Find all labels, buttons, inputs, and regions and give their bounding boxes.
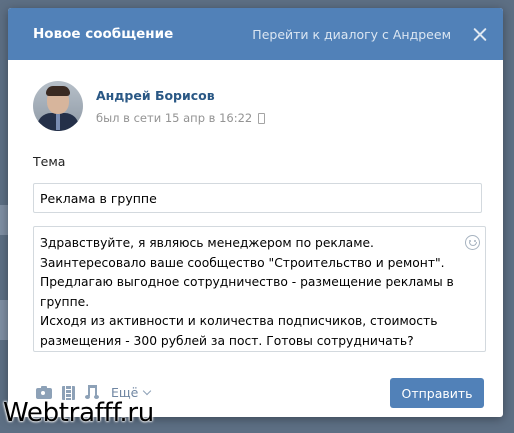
message-line: Исходя из активности и количества подпис…: [40, 314, 438, 328]
dialog-header: Новое сообщение Перейти к диалогу с Андр…: [8, 8, 503, 60]
message-textarea[interactable]: Здравствуйте, я являюсь менеджером по ре…: [33, 226, 486, 352]
new-message-dialog: Новое сообщение Перейти к диалогу с Андр…: [8, 8, 503, 417]
mobile-phone-icon: [258, 112, 266, 124]
recipient-info: Андрей Борисов был в сети 15 апр в 16:22: [33, 81, 266, 131]
message-line: Предлагаю выгодное сотрудничество - разм…: [40, 275, 454, 289]
message-line: размещения - 300 рублей за пост. Готовы …: [40, 333, 414, 348]
message-line: Заинтересовало ваше сообщество "Строител…: [40, 255, 445, 270]
message-line: группе.: [40, 294, 90, 309]
close-icon[interactable]: [473, 27, 487, 41]
last-seen-text: был в сети 15 апр в 16:22: [96, 111, 253, 125]
watermark-text: Webtrafff.ru: [3, 398, 154, 428]
go-to-dialog-link[interactable]: Перейти к диалогу с Андреем: [252, 27, 451, 42]
message-line: Здравствуйте, я являюсь менеджером по ре…: [40, 236, 374, 250]
dialog-title: Новое сообщение: [33, 26, 174, 42]
avatar[interactable]: [33, 81, 83, 131]
chevron-down-icon: [143, 386, 152, 396]
emoji-icon[interactable]: [465, 235, 480, 250]
send-button[interactable]: Отправить: [390, 378, 484, 408]
subject-label: Тема: [33, 154, 66, 169]
subject-input[interactable]: [33, 183, 482, 213]
recipient-status: был в сети 15 апр в 16:22: [96, 111, 266, 125]
recipient-name[interactable]: Андрей Борисов: [96, 88, 265, 103]
